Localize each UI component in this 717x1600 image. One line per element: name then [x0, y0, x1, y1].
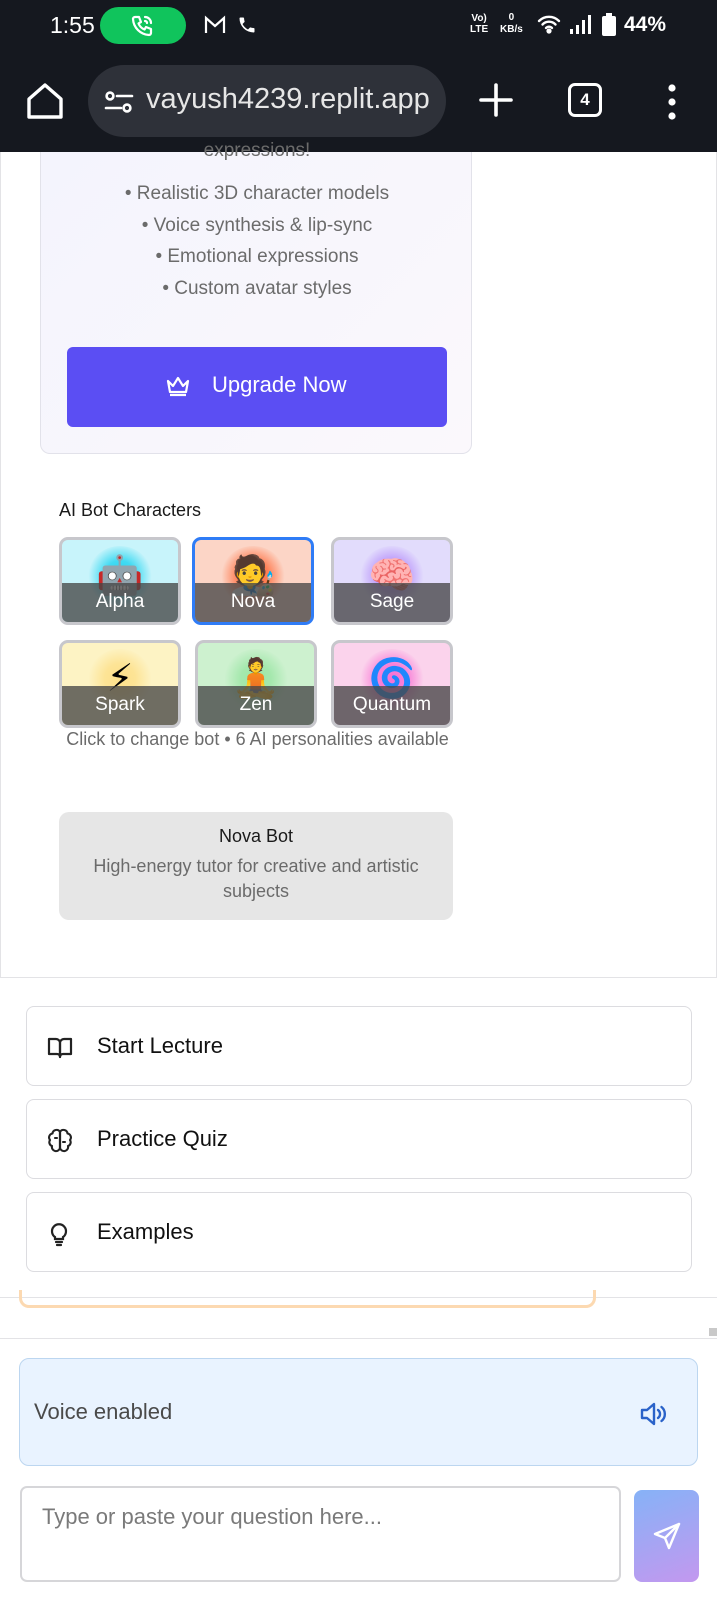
url-text[interactable]: vayush4239.replit.app — [146, 83, 430, 116]
bot-name: Nova — [195, 583, 311, 622]
volte-indicator: Vo) LTE — [470, 13, 489, 35]
upgrade-now-label: Upgrade Now — [212, 372, 347, 397]
address-bar[interactable]: vayush4239.replit.app — [88, 65, 446, 137]
battery-icon — [602, 13, 616, 36]
feature-item: • Realistic 3D character models — [124, 183, 390, 204]
book-open-icon — [47, 1037, 73, 1059]
home-icon[interactable] — [24, 80, 66, 122]
bots-note: Click to change bot • 6 AI personalities… — [66, 729, 449, 749]
scrollbar[interactable] — [709, 1328, 717, 1336]
wifi-icon — [537, 15, 561, 34]
bot-card-zen[interactable]: 🧘 Zen — [195, 640, 317, 728]
feature-item: • Voice synthesis & lip-sync — [141, 215, 373, 236]
new-tab-icon[interactable] — [476, 80, 516, 120]
question-input[interactable] — [20, 1486, 621, 1582]
status-time: 1:55 — [50, 12, 95, 38]
bot-card-nova[interactable]: 🧑‍🎨 Nova — [192, 537, 314, 625]
start-lecture-button[interactable]: Start Lecture — [26, 1006, 692, 1086]
selected-bot-description: High-energy tutor for creative and artis… — [93, 856, 419, 901]
examples-button[interactable]: Examples — [26, 1192, 692, 1272]
bot-card-quantum[interactable]: 🌀 Quantum — [331, 640, 453, 728]
feature-item: • Emotional expressions — [155, 246, 359, 267]
phone-call-icon — [131, 15, 153, 37]
browser-toolbar: vayush4239.replit.app 4 — [0, 52, 717, 152]
bot-name: Sage — [334, 583, 450, 622]
send-icon — [653, 1522, 681, 1550]
bot-name: Alpha — [62, 583, 178, 622]
bot-name: Spark — [62, 686, 178, 725]
upgrade-heading-clipped: expressions! — [203, 140, 311, 161]
action-label: Start Lecture — [97, 1033, 223, 1058]
bot-card-spark[interactable]: ⚡ Spark — [59, 640, 181, 728]
bot-card-sage[interactable]: 🧠 Sage — [331, 537, 453, 625]
tab-switcher-button[interactable]: 4 — [568, 83, 602, 117]
bot-card-alpha[interactable]: 🤖 Alpha — [59, 537, 181, 625]
lightbulb-icon — [50, 1223, 68, 1247]
selected-bot-card: Nova Bot High-energy tutor for creative … — [59, 812, 453, 920]
practice-quiz-button[interactable]: Practice Quiz — [26, 1099, 692, 1179]
voice-status-label: Voice enabled — [34, 1399, 173, 1424]
ongoing-call-pill[interactable] — [100, 7, 186, 44]
highlight-card-edge — [19, 1290, 596, 1308]
divider — [0, 1338, 717, 1339]
upgrade-card: expressions! • Realistic 3D character mo… — [40, 140, 472, 454]
upgrade-now-button[interactable]: Upgrade Now — [67, 347, 447, 427]
action-label: Examples — [97, 1219, 194, 1244]
speaker-icon[interactable] — [638, 1399, 668, 1429]
bot-name: Zen — [198, 686, 314, 725]
more-menu-icon[interactable] — [662, 82, 682, 122]
gmail-icon — [204, 15, 226, 33]
selected-bot-name: Nova Bot — [218, 826, 294, 846]
feature-item: • Custom avatar styles — [162, 278, 352, 299]
signal-icon — [570, 15, 591, 34]
network-speed: 0 KB/s — [500, 12, 523, 35]
action-label: Practice Quiz — [97, 1126, 228, 1151]
phone-icon — [239, 17, 255, 33]
battery-percent: 44% — [624, 13, 667, 36]
crown-icon — [166, 376, 190, 397]
bot-name: Quantum — [334, 686, 450, 725]
voice-status-bar: Voice enabled — [19, 1358, 698, 1466]
send-button[interactable] — [634, 1490, 699, 1582]
brain-icon — [48, 1128, 72, 1153]
status-bar: 1:55 Vo) LTE 0 KB/s 44% — [0, 0, 717, 52]
site-settings-icon[interactable] — [104, 89, 134, 115]
bots-section-title: AI Bot Characters — [59, 500, 202, 520]
